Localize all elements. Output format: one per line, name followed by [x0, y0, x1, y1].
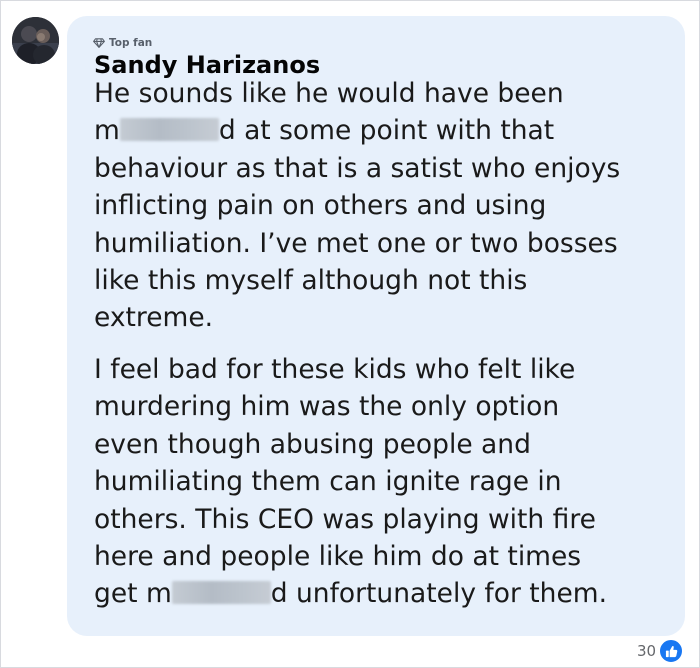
- comment-line: humiliating them can ignite rage in: [94, 466, 562, 498]
- comment-line: behaviour as that is a satist who enjoys: [94, 152, 621, 184]
- comment-paragraph-1: He sounds like he would have been m d at …: [94, 75, 679, 337]
- avatar[interactable]: [12, 17, 59, 64]
- reaction-summary[interactable]: 30: [637, 639, 684, 663]
- thumbs-up-glyph: [665, 645, 677, 657]
- comment-line: extreme.: [94, 302, 214, 334]
- thumbs-up-icon: [659, 639, 684, 663]
- comment-line: murdering him was the only option: [94, 391, 560, 423]
- comment-line: humiliation. I’ve met one or two bosses: [94, 227, 618, 259]
- redaction-blur: [119, 118, 219, 142]
- comment-line: I feel bad for these kids who felt like: [94, 354, 576, 385]
- top-fan-badge[interactable]: Top fan: [93, 37, 152, 49]
- text-fragment: d at some point with that: [218, 115, 555, 147]
- reaction-count: 30: [637, 642, 657, 660]
- diamond-icon: [93, 38, 105, 48]
- comment-line: inflicting pain on others and using: [94, 190, 547, 222]
- comment-line-redacted: get m d unfortunately for them.: [94, 575, 679, 612]
- comment-card: Top fan Sandy Harizanos He sounds like h…: [0, 0, 700, 668]
- comment-bubble: Top fan Sandy Harizanos He sounds like h…: [67, 16, 685, 636]
- text-fragment: get m: [94, 578, 172, 610]
- text-fragment: d unfortunately for them.: [270, 578, 608, 610]
- comment-line: He sounds like he would have been: [94, 78, 564, 109]
- comment-line: even though abusing people and: [94, 428, 531, 460]
- redaction-blur: [171, 581, 271, 605]
- comment-line-redacted: m d at some point with that: [94, 112, 679, 149]
- avatar-photo: [12, 17, 59, 64]
- badge-label: Top fan: [109, 37, 153, 49]
- comment-line: here and people like him do at times: [94, 541, 582, 573]
- comment-line: others. This CEO was playing with fire: [94, 503, 596, 535]
- comment-line: like this myself although not this: [94, 265, 528, 297]
- comment-paragraph-2: I feel bad for these kids who felt like …: [94, 351, 679, 613]
- text-fragment: m: [94, 115, 120, 147]
